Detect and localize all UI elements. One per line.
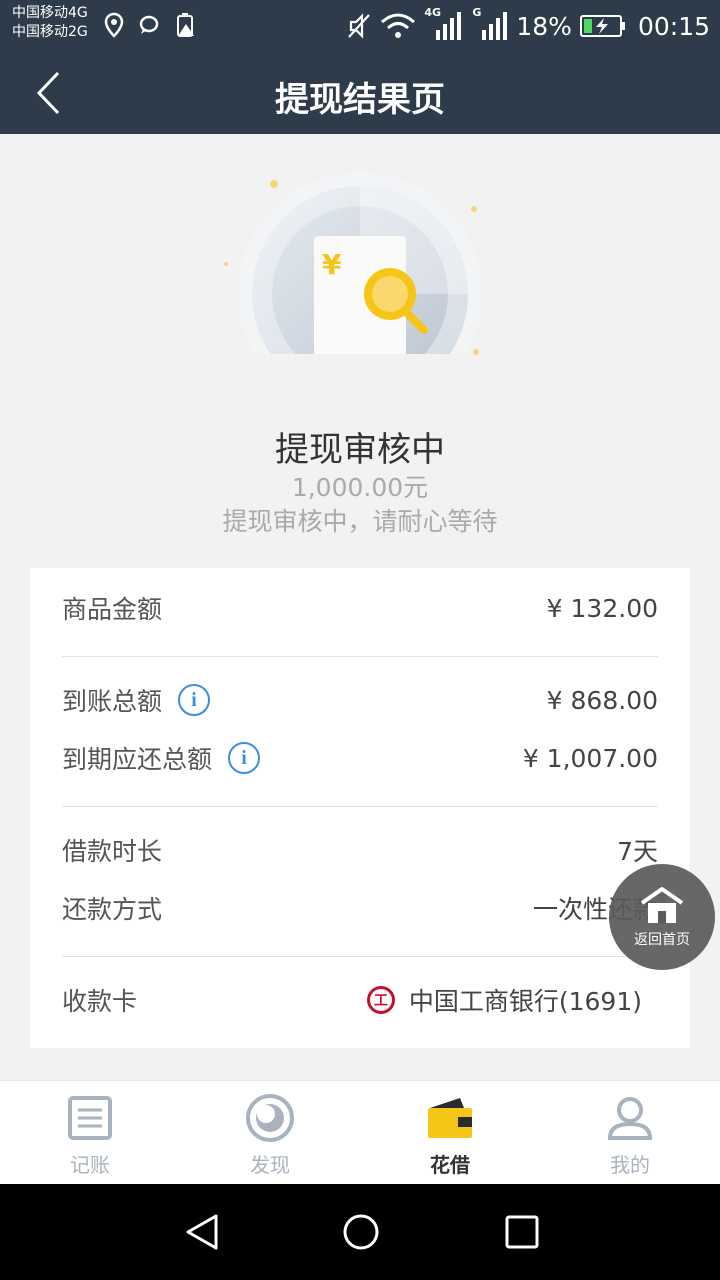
divider (62, 956, 658, 957)
detail-card: 商品金额 ¥ 132.00 到账总额 i ¥ 868.00 到期应还总额 i ¥… (30, 568, 690, 1048)
repay-label: 还款方式 (62, 895, 163, 924)
signal-g: G (470, 6, 508, 42)
due-label-wrap: 到期应还总额 i (62, 740, 261, 776)
result-title: 提现审核中 (275, 430, 445, 470)
received-label: 到账总额 (62, 687, 163, 716)
carrier-1: 中国移动4G (12, 5, 88, 21)
home-icon: 花 (640, 887, 684, 923)
carrier-info: 中国移动4G 中国移动2G (12, 4, 88, 42)
nav-recents-icon[interactable] (502, 1212, 542, 1252)
system-nav-bar (0, 1184, 720, 1280)
due-row: 到期应还总额 i ¥ 1,007.00 (62, 738, 658, 778)
card-label: 收款卡 (62, 987, 138, 1016)
duration-label: 借款时长 (62, 837, 163, 866)
tab-mine[interactable]: 我的 (540, 1081, 720, 1185)
tab-discover[interactable]: 发现 (180, 1081, 360, 1185)
signal-4g: 4G (424, 6, 462, 42)
svg-text:¥: ¥ (322, 248, 342, 281)
duration-value: 7天 (617, 837, 658, 866)
tab-label: 发现 (250, 1153, 290, 1177)
title-bar: 提现结果页 (0, 52, 720, 134)
location-icon (104, 12, 124, 38)
goods-amount-label: 商品金额 (62, 595, 163, 624)
user-icon (602, 1093, 658, 1143)
card-row[interactable]: 收款卡 工 中国工商银行(1691) (62, 980, 658, 1020)
divider (62, 806, 658, 807)
due-label: 到期应还总额 (62, 745, 213, 774)
received-row: 到账总额 i ¥ 868.00 (62, 680, 658, 720)
clock: 00:15 (637, 11, 710, 41)
result-message: 提现审核中，请耐心等待 (222, 507, 498, 536)
result-hero: ¥ 提现审核中 1,000.00元 提现审核中，请耐心等待 (0, 134, 720, 568)
page-title: 提现结果页 (275, 80, 445, 120)
wallet-icon (422, 1093, 478, 1143)
icbc-logo-icon: 工 (366, 986, 395, 1014)
received-value: ¥ 868.00 (546, 685, 658, 715)
network-type-1: 4G (424, 6, 442, 19)
divider (62, 656, 658, 657)
info-icon[interactable]: i (178, 684, 211, 716)
goods-amount-row: 商品金额 ¥ 132.00 (62, 588, 658, 628)
duration-row: 借款时长 7天 (62, 830, 658, 870)
bank-info: 工 中国工商银行(1691) (366, 982, 642, 1018)
battery-alert-icon (177, 13, 194, 37)
network-type-2: G (472, 6, 482, 19)
info-icon[interactable]: i (228, 742, 261, 774)
nav-home-icon[interactable] (341, 1212, 381, 1252)
tab-bookkeeping[interactable]: 记账 (0, 1081, 180, 1185)
status-left-icons (104, 12, 198, 38)
discover-icon (242, 1093, 298, 1143)
tab-huajie[interactable]: 花借 (360, 1081, 540, 1185)
wifi-icon (381, 13, 416, 38)
result-amount: 1,000.00元 (291, 473, 429, 502)
carrier-2: 中国移动2G (12, 24, 88, 40)
tab-label: 记账 (70, 1153, 110, 1177)
received-label-wrap: 到账总额 i (62, 682, 211, 718)
status-right: 4G G 18% 00:15 (346, 6, 710, 44)
bank-name: 中国工商银行(1691) (408, 987, 642, 1016)
reviewing-illustration-icon: ¥ (224, 172, 482, 355)
back-home-label: 返回首页 (634, 932, 690, 948)
message-icon (139, 15, 159, 34)
home-badge: 花 (657, 893, 666, 905)
bottom-tab-bar: 记账 发现 花借 我的 (0, 1080, 720, 1184)
status-bar: 中国移动4G 中国移动2G 4G G 18% 00:15 (0, 0, 720, 52)
nav-back-icon[interactable] (182, 1212, 222, 1252)
goods-amount-value: ¥ 132.00 (546, 593, 658, 623)
tab-label: 花借 (430, 1153, 470, 1177)
notebook-icon (62, 1093, 118, 1143)
mute-icon (348, 13, 371, 39)
repay-row: 还款方式 一次性还款 (62, 888, 658, 928)
back-home-float-button[interactable]: 花 返回首页 (609, 864, 715, 970)
battery-charging-icon (579, 15, 625, 37)
battery-percent: 18% (516, 11, 572, 41)
tab-label: 我的 (610, 1153, 650, 1177)
due-value: ¥ 1,007.00 (522, 743, 658, 773)
